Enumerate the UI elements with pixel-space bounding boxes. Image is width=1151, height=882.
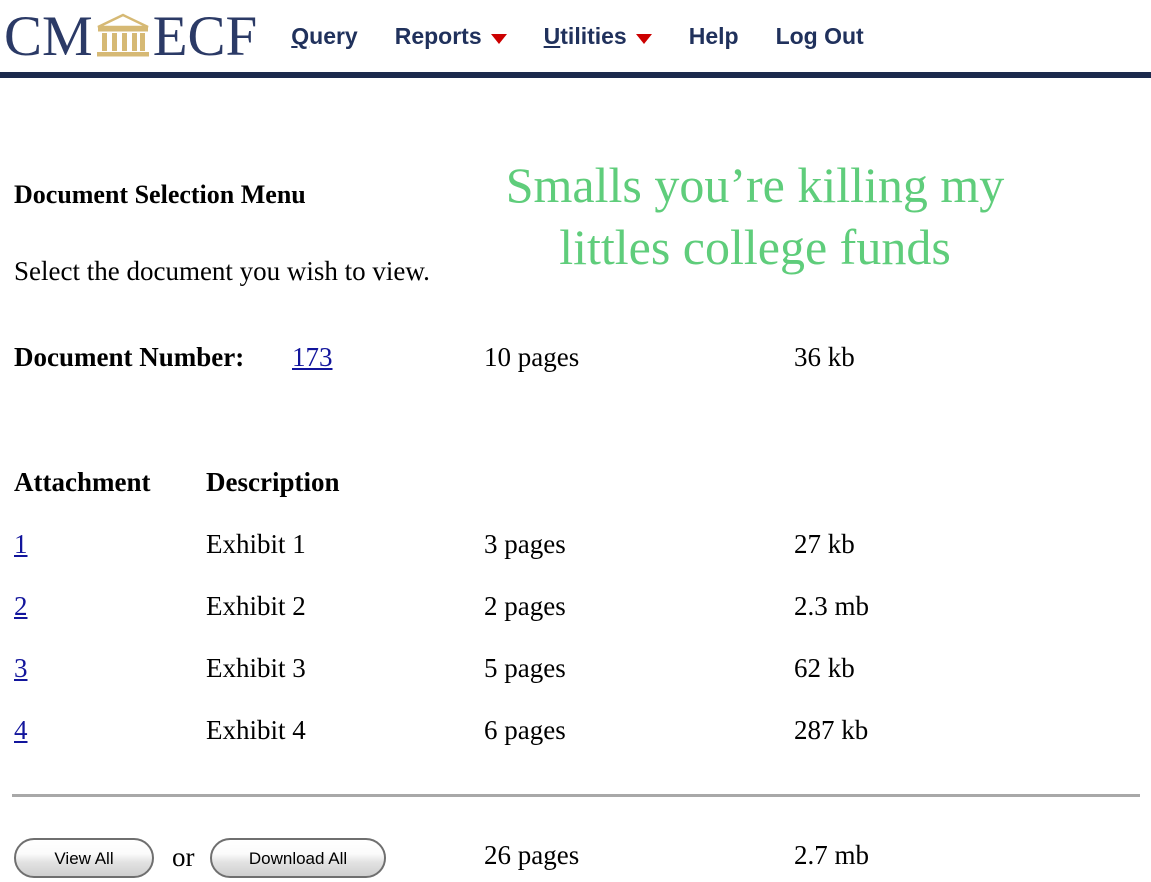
- courthouse-icon: [95, 13, 151, 59]
- overlay-annotation-text: Smalls you’re killing my littles college…: [505, 157, 1005, 275]
- nav-item-help[interactable]: Help: [689, 23, 739, 49]
- attachment-link-wrap: 2: [14, 591, 28, 622]
- attachment-size: 287 kb: [794, 715, 869, 745]
- attachment-description: Exhibit 4: [206, 715, 306, 745]
- attachment-description: Exhibit 3: [206, 653, 306, 683]
- table-row: 3 Exhibit 3 5 pages 62 kb: [14, 653, 1134, 715]
- view-all-button[interactable]: View All: [14, 838, 154, 878]
- chevron-down-icon: [490, 34, 507, 44]
- document-number-label: Document Number:: [14, 342, 245, 372]
- nav-label-query-rest: uery: [309, 23, 358, 49]
- table-row: 2 Exhibit 2 2 pages 2.3 mb: [14, 591, 1134, 653]
- attachment-link-wrap: 4: [14, 715, 28, 746]
- attachment-size: 62 kb: [794, 653, 855, 683]
- attachment-link-wrap: 1: [14, 529, 28, 560]
- cmecf-logo: CM ECF: [4, 6, 257, 66]
- attachment-link[interactable]: 2: [14, 591, 28, 621]
- table-header-row: Attachment Description: [14, 467, 1134, 529]
- nav-label-log-out: Log Out: [775, 23, 864, 49]
- column-header-description: Description: [206, 467, 340, 497]
- nav-item-reports[interactable]: Reports: [395, 23, 507, 49]
- nav-label-reports: Reports: [394, 23, 482, 49]
- nav-item-query[interactable]: Query: [291, 23, 357, 49]
- app-header: CM ECF Query Reports Utilities Help Log …: [0, 0, 1151, 72]
- table-row: 1 Exhibit 1 3 pages 27 kb: [14, 529, 1134, 591]
- nav-item-log-out[interactable]: Log Out: [776, 23, 864, 49]
- attachment-size: 27 kb: [794, 529, 855, 559]
- or-separator-label: or: [172, 842, 195, 872]
- attachment-pages: 5 pages: [484, 653, 566, 683]
- column-header-attachment: Attachment: [14, 467, 151, 497]
- nav-item-utilities[interactable]: Utilities: [544, 23, 652, 49]
- main-navigation: Query Reports Utilities Help Log Out: [291, 6, 863, 66]
- logo-text-ecf: ECF: [152, 4, 258, 68]
- page-title: Document Selection Menu: [14, 180, 306, 209]
- instruction-text: Select the document you wish to view.: [14, 256, 430, 286]
- attachment-pages: 3 pages: [484, 529, 566, 559]
- document-number-row: Document Number: 173 10 pages 36 kb: [14, 342, 1134, 382]
- footer-divider: [12, 794, 1140, 797]
- document-pages: 10 pages: [484, 342, 580, 372]
- attachment-description: Exhibit 1: [206, 529, 306, 559]
- attachment-pages: 2 pages: [484, 591, 566, 621]
- total-size: 2.7 mb: [794, 840, 870, 870]
- document-size: 36 kb: [794, 342, 855, 372]
- attachment-pages: 6 pages: [484, 715, 566, 745]
- attachment-link[interactable]: 4: [14, 715, 28, 745]
- logo-text-cm: CM: [4, 4, 93, 68]
- nav-label-utilities-rest: tilities: [560, 23, 627, 49]
- document-number-link-wrap: 173: [292, 342, 333, 373]
- table-row: 4 Exhibit 4 6 pages 287 kb: [14, 715, 1134, 777]
- attachment-link-wrap: 3: [14, 653, 28, 684]
- download-all-button[interactable]: Download All: [210, 838, 386, 878]
- attachment-description: Exhibit 2: [206, 591, 306, 621]
- main-content: Document Selection Menu Select the docum…: [0, 72, 1151, 878]
- attachment-link[interactable]: 1: [14, 529, 28, 559]
- attachment-size: 2.3 mb: [794, 591, 870, 621]
- attachment-table: Attachment Description 1 Exhibit 1 3 pag…: [14, 467, 1134, 777]
- attachment-link[interactable]: 3: [14, 653, 28, 683]
- chevron-down-icon: [635, 34, 652, 44]
- footer-actions: View All or Download All 26 pages 2.7 mb: [14, 834, 1134, 882]
- nav-label-help: Help: [688, 23, 739, 49]
- total-pages: 26 pages: [484, 840, 580, 870]
- document-number-link[interactable]: 173: [292, 342, 333, 372]
